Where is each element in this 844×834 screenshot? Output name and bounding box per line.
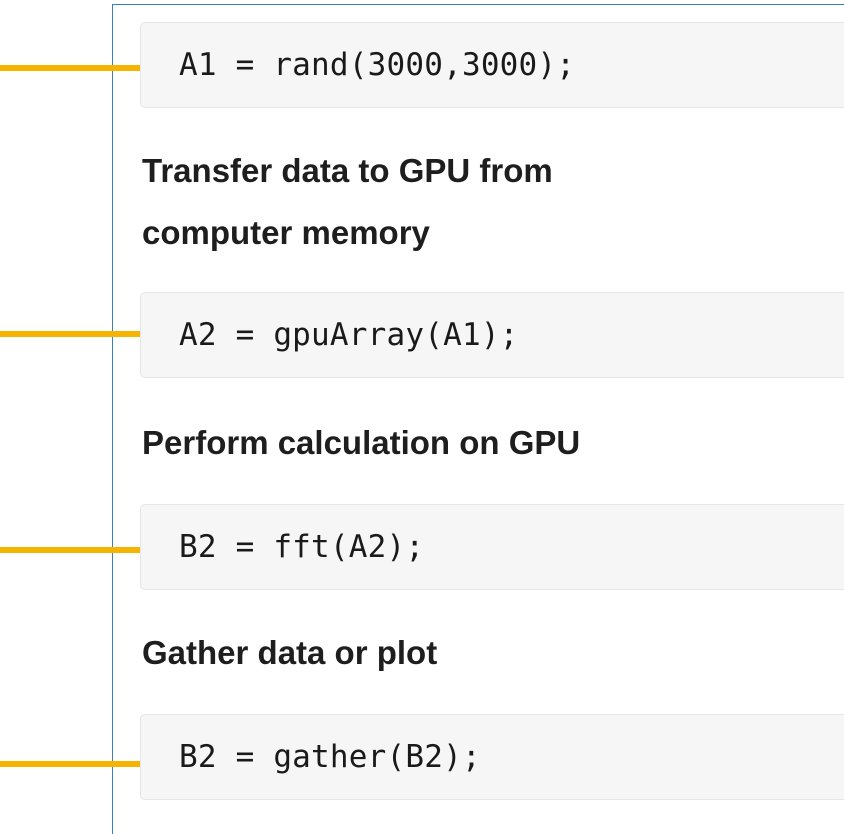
- heading-line: Gather data or plot: [142, 634, 438, 671]
- code-line: A2 = gpuArray(A1);: [179, 317, 519, 353]
- code-line: B2 = gather(B2);: [179, 739, 481, 775]
- code-block-fft: B2 = fft(A2);: [140, 504, 844, 590]
- section-heading-perform: Perform calculation on GPU: [142, 412, 580, 474]
- heading-line: computer memory: [142, 214, 430, 251]
- heading-line: Perform calculation on GPU: [142, 424, 581, 461]
- code-line: B2 = fft(A2);: [179, 529, 425, 565]
- code-line: A1 = rand(3000,3000);: [179, 47, 576, 83]
- code-block-gpu-array: A2 = gpuArray(A1);: [140, 292, 844, 378]
- section-heading-gather: Gather data or plot: [142, 622, 437, 684]
- section-heading-transfer: Transfer data to GPU from computer memor…: [142, 140, 553, 264]
- heading-line: Transfer data to GPU from: [142, 152, 553, 189]
- code-block-gather: B2 = gather(B2);: [140, 714, 844, 800]
- code-block-create-array: A1 = rand(3000,3000);: [140, 22, 844, 108]
